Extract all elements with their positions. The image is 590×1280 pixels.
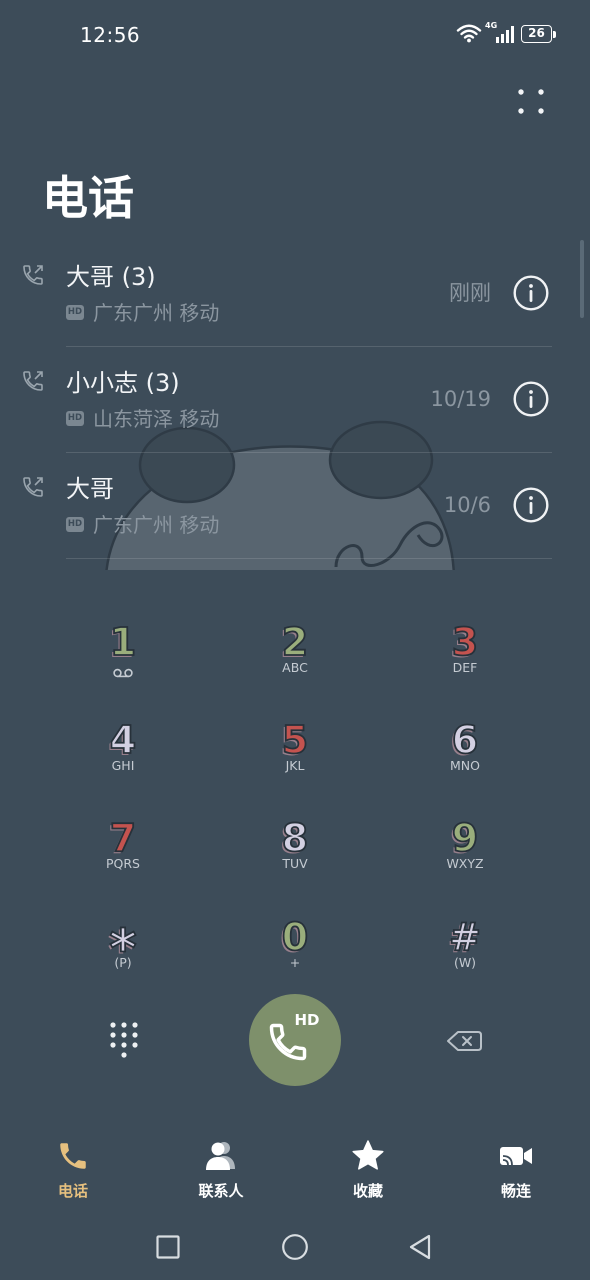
call-location: 山东菏泽 移动 — [93, 407, 220, 431]
dial-key-7[interactable]: 7 PQRS — [63, 816, 183, 878]
dial-key-0[interactable]: 0 + — [235, 915, 355, 977]
dial-key-1[interactable]: 1 — [63, 620, 183, 682]
signal-icon — [496, 26, 516, 43]
contact-name: 大哥 — [66, 475, 114, 503]
outgoing-call-icon — [21, 263, 45, 287]
contact-name: 大哥 (3) — [66, 263, 156, 291]
recent-apps-icon[interactable] — [156, 1235, 180, 1259]
key-digit: 8 — [281, 816, 309, 860]
dial-key-6[interactable]: 6 MNO — [405, 718, 525, 780]
dial-key-9[interactable]: 9 WXYZ — [405, 816, 525, 878]
key-digit: 9 — [451, 816, 479, 860]
call-time: 10/6 — [443, 493, 491, 517]
status-time: 12:56 — [80, 23, 141, 47]
outgoing-call-icon — [21, 475, 45, 499]
outgoing-call-icon — [21, 369, 45, 393]
key-letters: TUV — [282, 856, 308, 871]
key-digit: 7 — [109, 816, 137, 860]
back-icon[interactable] — [407, 1233, 433, 1261]
phone-app-screen: 12:56 4G 26 电话 大哥 (3) HD 广东广州 移动 刚刚 小小志 … — [0, 0, 590, 1280]
dial-key-2[interactable]: 2 ABC — [235, 620, 355, 682]
contacts-icon — [204, 1139, 238, 1173]
battery-level: 26 — [528, 26, 545, 40]
nav-favorites[interactable]: 收藏 — [318, 1135, 418, 1205]
key-letters: JKL — [285, 758, 305, 773]
nav-meetime[interactable]: 畅连 — [466, 1135, 566, 1205]
key-digit: # — [448, 915, 482, 959]
dialpad-grid-icon[interactable] — [109, 1021, 139, 1059]
key-digit: 5 — [281, 718, 309, 762]
call-log-row[interactable]: 大哥 HD 广东广州 移动 10/6 — [0, 467, 590, 559]
key-letters: MNO — [450, 758, 480, 773]
more-dots-icon[interactable] — [516, 87, 546, 117]
dial-key-hash[interactable]: # (W) — [405, 915, 525, 977]
key-letters: PQRS — [106, 856, 140, 871]
key-digit: 3 — [451, 620, 479, 664]
key-digit: 2 — [281, 620, 309, 664]
page-title: 电话 — [42, 171, 134, 225]
nav-label: 畅连 — [500, 1182, 531, 1200]
dial-key-4[interactable]: 4 GHI — [63, 718, 183, 780]
call-log-row[interactable]: 大哥 (3) HD 广东广州 移动 刚刚 — [0, 255, 590, 347]
dial-key-star[interactable]: * (P) — [63, 917, 183, 977]
call-button[interactable]: HD — [249, 994, 341, 1086]
key-letters: WXYZ — [446, 856, 484, 871]
backspace-icon[interactable] — [445, 1030, 483, 1052]
nav-contacts[interactable]: 联系人 — [171, 1135, 271, 1205]
phone-icon — [56, 1139, 90, 1173]
video-call-icon — [499, 1139, 533, 1173]
hd-badge: HD — [66, 305, 84, 320]
info-icon[interactable] — [513, 275, 549, 311]
key-digit: 6 — [451, 718, 479, 762]
star-icon — [351, 1139, 385, 1173]
dial-key-3[interactable]: 3 DEF — [405, 620, 525, 682]
contact-name: 小小志 (3) — [66, 369, 180, 397]
call-location: 广东广州 移动 — [93, 301, 220, 325]
dial-key-8[interactable]: 8 TUV — [235, 816, 355, 878]
nav-label: 电话 — [57, 1182, 88, 1200]
battery-nub — [553, 31, 556, 38]
info-icon[interactable] — [513, 381, 549, 417]
key-letters: (P) — [114, 955, 132, 970]
key-digit: 0 — [281, 915, 309, 959]
key-letters: GHI — [111, 758, 135, 773]
divider — [66, 346, 552, 347]
call-location: 广东广州 移动 — [93, 513, 220, 537]
dial-key-5[interactable]: 5 JKL — [235, 718, 355, 780]
hd-badge: HD — [66, 517, 84, 532]
call-time: 10/19 — [430, 387, 491, 411]
divider — [66, 558, 552, 559]
call-log-row[interactable]: 小小志 (3) HD 山东菏泽 移动 10/19 — [0, 361, 590, 453]
wifi-icon — [456, 23, 482, 43]
voicemail-icon — [112, 664, 134, 678]
key-letters: + — [289, 955, 301, 970]
info-icon[interactable] — [513, 487, 549, 523]
call-time: 刚刚 — [449, 281, 491, 305]
home-icon[interactable] — [281, 1233, 309, 1261]
phone-icon — [266, 1020, 310, 1064]
nav-phone[interactable]: 电话 — [23, 1135, 123, 1205]
key-digit: 4 — [109, 718, 137, 762]
key-letters: ABC — [282, 660, 308, 675]
key-digit: 1 — [109, 620, 137, 664]
key-letters: DEF — [452, 660, 478, 675]
battery-icon: 26 — [521, 25, 552, 43]
key-letters: (W) — [453, 955, 477, 970]
nav-label: 联系人 — [198, 1182, 244, 1200]
nav-label: 收藏 — [352, 1182, 383, 1200]
divider — [66, 452, 552, 453]
hd-badge: HD — [66, 411, 84, 426]
